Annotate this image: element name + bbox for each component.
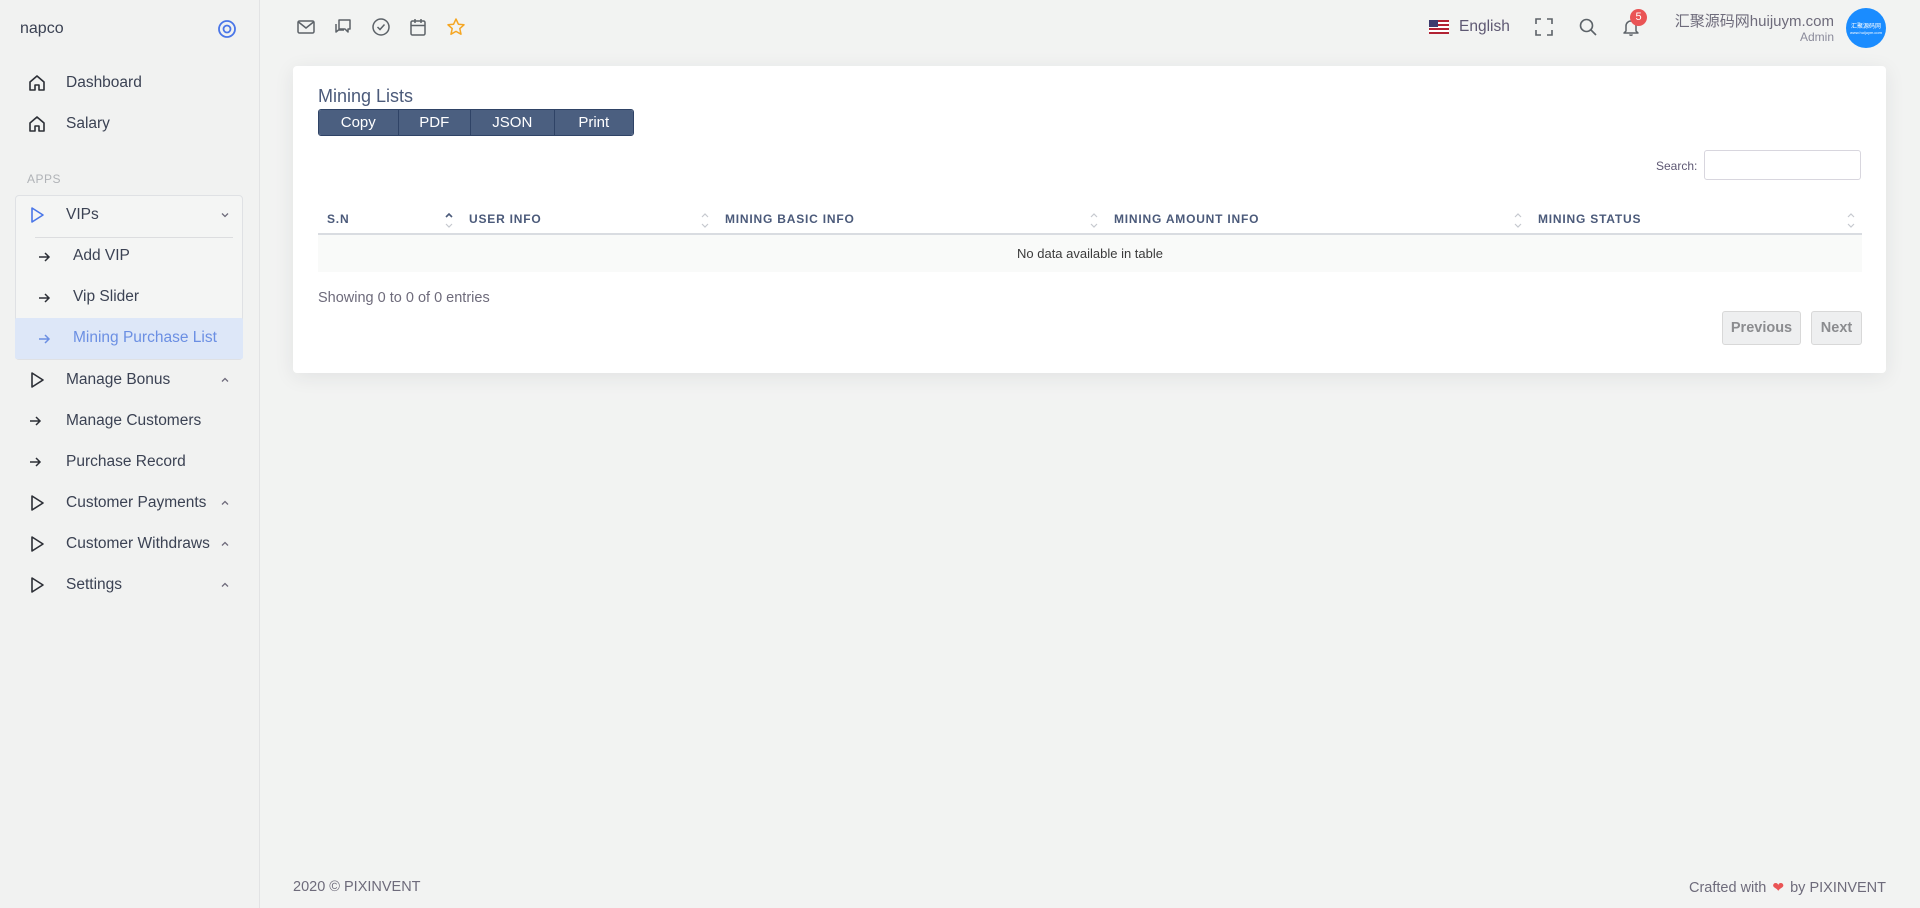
- play-icon: [28, 535, 46, 553]
- sidebar-item-label: Purchase Record: [66, 453, 186, 470]
- sidebar-item-dashboard[interactable]: Dashboard: [15, 63, 243, 103]
- column-header-label: MINING STATUS: [1538, 211, 1642, 226]
- table-row-empty: No data available in table: [318, 234, 1862, 272]
- section-label-apps: APPS: [27, 172, 62, 186]
- column-header-sn[interactable]: S.N: [318, 204, 460, 235]
- sidebar-item-label: Settings: [66, 576, 123, 593]
- sidebar-item-vips[interactable]: VIPs: [15, 195, 243, 235]
- column-header-label: S.N: [327, 211, 350, 226]
- brand-name[interactable]: napco: [20, 20, 64, 38]
- avatar-logo-text: 汇聚源码网: [1850, 24, 1881, 30]
- chevron-up-icon: [220, 498, 230, 508]
- sidebar-item-label: Manage Bonus: [66, 371, 171, 388]
- footer-credits-suffix: by PIXINVENT: [1790, 879, 1886, 896]
- sidebar-item-manage-bonus[interactable]: Manage Bonus: [15, 360, 243, 400]
- search-input[interactable]: [1704, 150, 1861, 180]
- sidebar-item-label: VIPs: [66, 206, 99, 223]
- sidebar-item-label: Customer Withdraws: [66, 535, 210, 552]
- chevron-up-icon: [220, 375, 230, 385]
- sort-icon: [1090, 213, 1098, 228]
- sidebar-item-label: Mining Purchase List: [73, 329, 217, 346]
- table-info: Showing 0 to 0 of 0 entries: [318, 290, 490, 306]
- sidebar-item-manage-customers[interactable]: Manage Customers: [15, 401, 243, 441]
- json-button[interactable]: JSON: [471, 110, 555, 135]
- play-icon: [28, 576, 46, 594]
- language-label: English: [1459, 18, 1510, 35]
- arrow-right-icon: [28, 455, 46, 473]
- search-icon[interactable]: [1578, 17, 1598, 37]
- sort-icon: [1514, 213, 1522, 228]
- previous-button[interactable]: Previous: [1722, 311, 1801, 345]
- sort-asc-icon: [445, 212, 453, 228]
- column-header-label: USER INFO: [469, 211, 542, 226]
- sidebar-item-vip-slider[interactable]: Vip Slider: [15, 277, 243, 317]
- chat-icon[interactable]: [333, 17, 353, 37]
- star-icon[interactable]: [446, 17, 466, 37]
- footer-credits-prefix: Crafted with: [1689, 879, 1767, 896]
- chevron-up-icon: [220, 580, 230, 590]
- search-label: Search:: [1656, 159, 1698, 173]
- sidebar-item-purchase-record[interactable]: Purchase Record: [15, 442, 243, 482]
- card-title: Mining Lists: [318, 86, 414, 106]
- arrow-right-icon: [37, 332, 51, 346]
- user-role: Admin: [1799, 30, 1834, 44]
- sort-icon: [1847, 213, 1855, 228]
- sidebar-item-add-vip[interactable]: Add VIP: [15, 236, 243, 276]
- arrow-right-icon: [37, 291, 51, 305]
- fullscreen-icon[interactable]: [1534, 17, 1554, 37]
- column-header-label: MINING BASIC INFO: [725, 211, 855, 226]
- arrow-right-icon: [28, 414, 46, 432]
- calendar-icon[interactable]: [408, 17, 428, 37]
- column-header-user-info[interactable]: USER INFO: [460, 204, 716, 235]
- us-flag-icon: [1429, 20, 1449, 34]
- column-header-label: MINING AMOUNT INFO: [1114, 211, 1260, 226]
- sidebar: napco Dashboard Salary APPS VIPs Add VIP: [0, 0, 260, 908]
- next-button[interactable]: Next: [1811, 311, 1862, 345]
- column-header-mining-status[interactable]: MINING STATUS: [1529, 204, 1862, 235]
- column-header-mining-basic-info[interactable]: MINING BASIC INFO: [716, 204, 1105, 235]
- footer-copyright: 2020 © PIXINVENT: [293, 879, 421, 895]
- home-icon: [28, 74, 46, 92]
- empty-table-message: No data available in table: [318, 234, 1862, 272]
- avatar-logo-url: www.huijuym.com: [1849, 30, 1882, 35]
- arrow-right-icon: [37, 250, 51, 264]
- check-circle-icon[interactable]: [371, 17, 391, 37]
- sidebar-item-label: Salary: [66, 115, 110, 132]
- user-name[interactable]: 汇聚源码网huijuym.com: [1675, 10, 1834, 31]
- chevron-down-icon: [220, 210, 230, 220]
- copy-button[interactable]: Copy: [319, 110, 399, 135]
- play-icon: [28, 494, 46, 512]
- sidebar-item-mining-purchase-list[interactable]: Mining Purchase List: [15, 318, 243, 359]
- home-icon: [28, 115, 46, 133]
- play-icon: [28, 206, 46, 224]
- mining-table: S.N USER INFO MINING BASIC INFO MINING A…: [318, 204, 1862, 272]
- sidebar-item-settings[interactable]: Settings: [15, 565, 243, 605]
- sort-icon: [701, 213, 709, 228]
- sidebar-toggle-icon[interactable]: [217, 19, 237, 39]
- sidebar-item-label: Add VIP: [73, 247, 130, 264]
- sidebar-item-label: Dashboard: [66, 74, 142, 91]
- mining-lists-card: Mining Lists Copy PDF JSON Print Search:…: [293, 66, 1886, 373]
- notification-badge: 5: [1630, 9, 1647, 26]
- sidebar-item-label: Vip Slider: [73, 288, 140, 305]
- sidebar-item-customer-payments[interactable]: Customer Payments: [15, 483, 243, 523]
- chevron-up-icon: [220, 539, 230, 549]
- heart-icon: ❤: [1772, 879, 1785, 895]
- export-buttons: Copy PDF JSON Print: [318, 109, 634, 136]
- language-selector[interactable]: English: [1429, 17, 1510, 37]
- mail-icon[interactable]: [296, 17, 316, 37]
- avatar[interactable]: 汇聚源码网 www.huijuym.com: [1846, 8, 1886, 48]
- sidebar-item-label: Manage Customers: [66, 412, 202, 429]
- print-button[interactable]: Print: [554, 110, 633, 135]
- sidebar-item-customer-withdraws[interactable]: Customer Withdraws: [15, 524, 243, 564]
- play-icon: [28, 371, 46, 389]
- sidebar-item-salary[interactable]: Salary: [15, 104, 243, 144]
- column-header-mining-amount-info[interactable]: MINING AMOUNT INFO: [1105, 204, 1529, 235]
- footer-credits: Crafted with ❤ by PIXINVENT: [1689, 879, 1886, 896]
- pdf-button[interactable]: PDF: [398, 110, 472, 135]
- sidebar-item-label: Customer Payments: [66, 494, 207, 511]
